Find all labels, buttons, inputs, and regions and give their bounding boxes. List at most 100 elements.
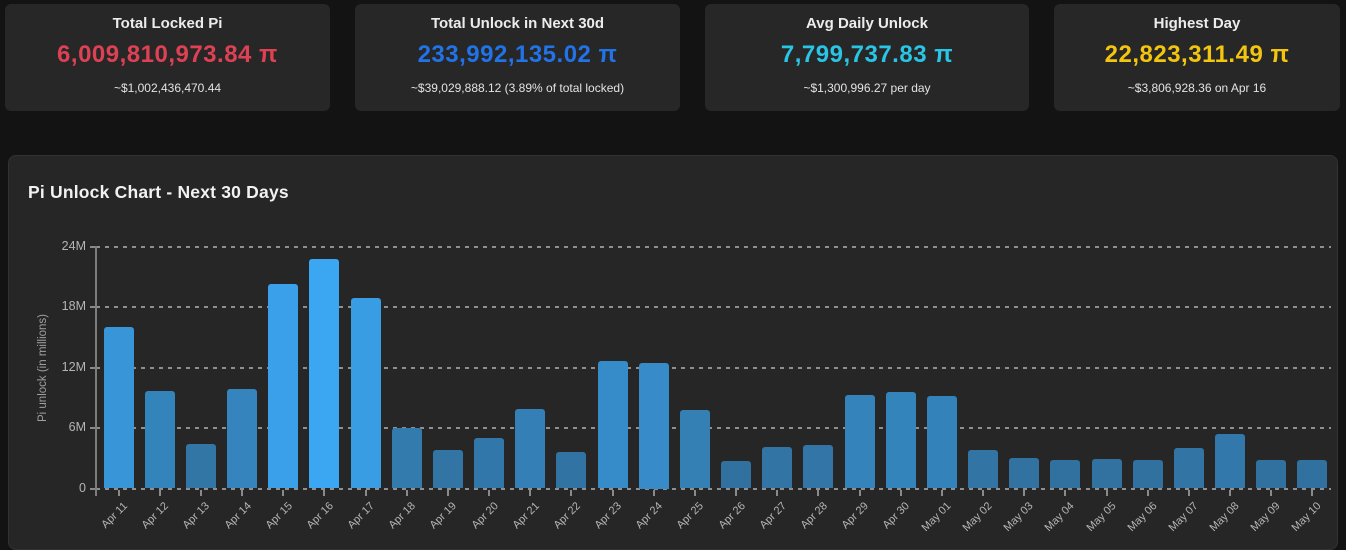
x-tick-mark [323,489,326,496]
x-tick-mark [446,489,449,496]
x-axis-label: Apr 30 [880,499,913,531]
x-axis-label: May 01 [919,499,954,534]
stat-card-value: 6,009,810,973.84 π [57,41,278,68]
bar-apr-17[interactable] [350,298,381,489]
stat-card-total-locked: Total Locked Pi 6,009,810,973.84 π ~$1,0… [5,4,330,111]
x-tick-mark [1270,489,1273,496]
bar-may-07[interactable] [1173,448,1204,489]
stat-card-value: 7,799,737.83 π [780,41,954,68]
stat-card-value: 233,992,135.02 π [417,41,618,68]
bar-apr-29[interactable] [844,394,875,489]
y-axis-tick-label: 18M [61,299,86,314]
x-axis-label: Apr 19 [427,499,460,531]
x-axis-label: Apr 28 [798,499,830,531]
y-axis-line [95,246,97,497]
x-axis-label: Apr 26 [716,499,748,531]
x-axis-label: Apr 21 [510,499,542,531]
stat-card-title: Avg Daily Unlock [806,15,928,32]
x-tick-mark [158,489,161,496]
bar-may-01[interactable] [926,395,957,489]
chart-panel: Pi Unlock Chart - Next 30 Days 24M 18M 12M… [8,155,1338,550]
x-tick-mark [776,489,779,496]
x-axis-label: Apr 16 [304,499,336,531]
x-axis-label: May 09 [1248,499,1283,534]
bar-may-02[interactable] [968,450,999,489]
x-tick-mark [529,489,532,496]
bar-may-03[interactable] [1009,458,1040,489]
bar-may-05[interactable] [1091,459,1122,489]
x-tick-mark [1064,489,1067,496]
bar-apr-28[interactable] [803,445,834,489]
bar-may-08[interactable] [1215,434,1246,489]
x-axis-label: May 06 [1125,499,1160,534]
x-tick-mark [858,489,861,496]
x-tick-mark [405,489,408,496]
bar-apr-18[interactable] [391,428,422,489]
x-axis-label: Apr 15 [263,499,295,531]
bar-may-09[interactable] [1256,460,1287,489]
stat-card-subtitle: ~$1,300,996.27 per day [803,81,931,95]
x-tick-mark [1146,489,1149,496]
stat-card-title: Total Locked Pi [112,15,223,32]
bar-apr-27[interactable] [762,447,793,489]
x-axis-label: Apr 20 [469,499,501,531]
x-axis-label: Apr 11 [99,499,130,531]
bar-apr-21[interactable] [515,409,546,489]
bar-apr-22[interactable] [556,452,587,489]
bar-apr-16[interactable] [309,259,340,489]
x-axis-label: Apr 12 [139,499,172,531]
x-tick-mark [570,489,573,496]
x-axis-label: Apr 29 [839,499,872,531]
x-tick-mark [817,489,820,496]
bar-may-04[interactable] [1050,460,1081,489]
y-axis-tick-label: 24M [61,239,86,254]
x-axis-label: Apr 13 [180,499,213,531]
x-tick-mark [117,489,120,496]
bar-apr-13[interactable] [185,444,216,489]
bar-apr-12[interactable] [144,390,175,489]
stat-card-value: 22,823,311.49 π [1104,41,1290,68]
x-tick-mark [735,489,738,496]
x-tick-mark [488,489,491,496]
x-tick-mark [364,489,367,496]
x-axis-label: May 04 [1042,499,1077,534]
x-tick-mark [693,489,696,496]
bar-apr-23[interactable] [597,360,628,489]
x-axis-label: Apr 23 [592,499,625,531]
x-axis-label: Apr 25 [674,499,707,531]
bar-apr-24[interactable] [638,362,669,489]
x-tick-mark [241,489,243,496]
bar-may-06[interactable] [1132,460,1163,489]
gridline-24M [96,246,1331,249]
bar-apr-26[interactable] [721,461,752,489]
bar-apr-25[interactable] [679,410,710,489]
bar-apr-11[interactable] [103,326,134,489]
bar-may-10[interactable] [1297,460,1328,489]
x-axis-label: Apr 18 [386,499,419,531]
stat-card-subtitle: ~$1,002,436,470.44 [113,81,222,95]
x-axis-label: May 03 [1001,499,1036,534]
x-axis-label: Apr 22 [551,499,583,531]
stat-cards-row: Total Locked Pi 6,009,810,973.84 π ~$1,0… [0,0,1346,111]
stat-card-total-unlock-30d: Total Unlock in Next 30d 233,992,135.02 … [355,4,680,111]
bar-apr-14[interactable] [227,388,257,489]
bar-apr-15[interactable] [268,284,299,489]
bar-apr-20[interactable] [474,438,505,489]
x-tick-mark [1187,489,1190,496]
x-tick-mark [940,489,943,496]
bar-apr-30[interactable] [885,391,916,489]
x-axis-label: May 02 [960,499,995,534]
y-axis-title: Pi unlock (in millions) [37,313,49,422]
x-axis-label: Apr 27 [757,499,789,531]
bar-apr-19[interactable] [432,450,463,489]
stat-card-subtitle: ~$39,029,888.12 (3.89% of total locked) [410,81,625,95]
x-axis-label: Apr 17 [345,499,378,531]
x-axis-label: May 05 [1084,499,1119,534]
x-tick-mark [1023,489,1026,496]
y-axis-tick-label: 6M [68,420,86,435]
y-axis-tick-label: 0 [79,480,86,495]
x-tick-mark [899,489,902,496]
stat-card-subtitle: ~$3,806,928.36 on Apr 16 [1127,81,1267,95]
x-tick-mark [1311,489,1314,496]
x-axis-label: Apr 24 [633,499,666,531]
